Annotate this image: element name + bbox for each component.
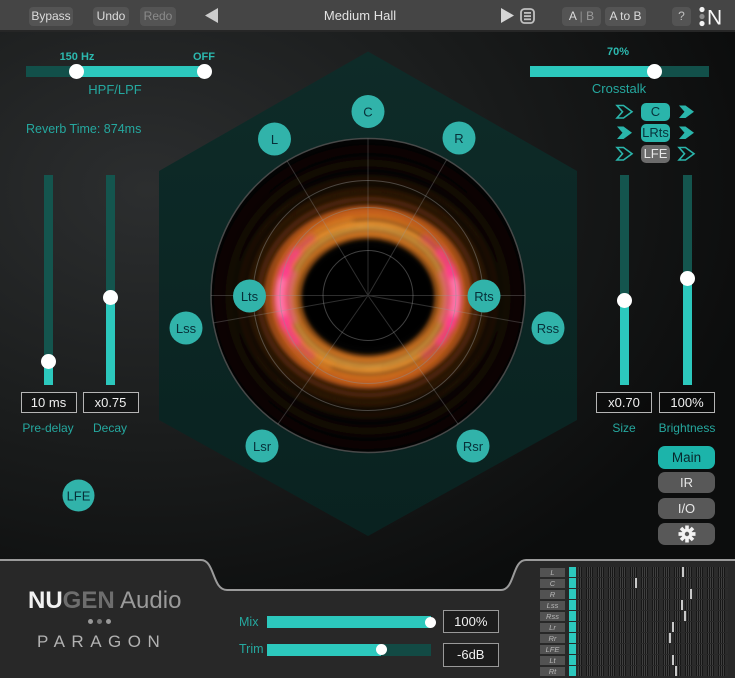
svg-text:N: N (707, 7, 722, 30)
svg-text:C: C (363, 105, 372, 120)
svg-text:R: R (454, 131, 463, 146)
svg-text:LFE: LFE (67, 489, 91, 504)
svg-text:Lsr: Lsr (253, 439, 272, 454)
svg-text:Rss: Rss (537, 321, 560, 336)
svg-text:Rts: Rts (474, 289, 494, 304)
svg-text:L: L (271, 132, 278, 147)
svg-text:Rsr: Rsr (463, 439, 484, 454)
svg-text:Lts: Lts (241, 289, 259, 304)
svg-text:Lss: Lss (176, 321, 197, 336)
